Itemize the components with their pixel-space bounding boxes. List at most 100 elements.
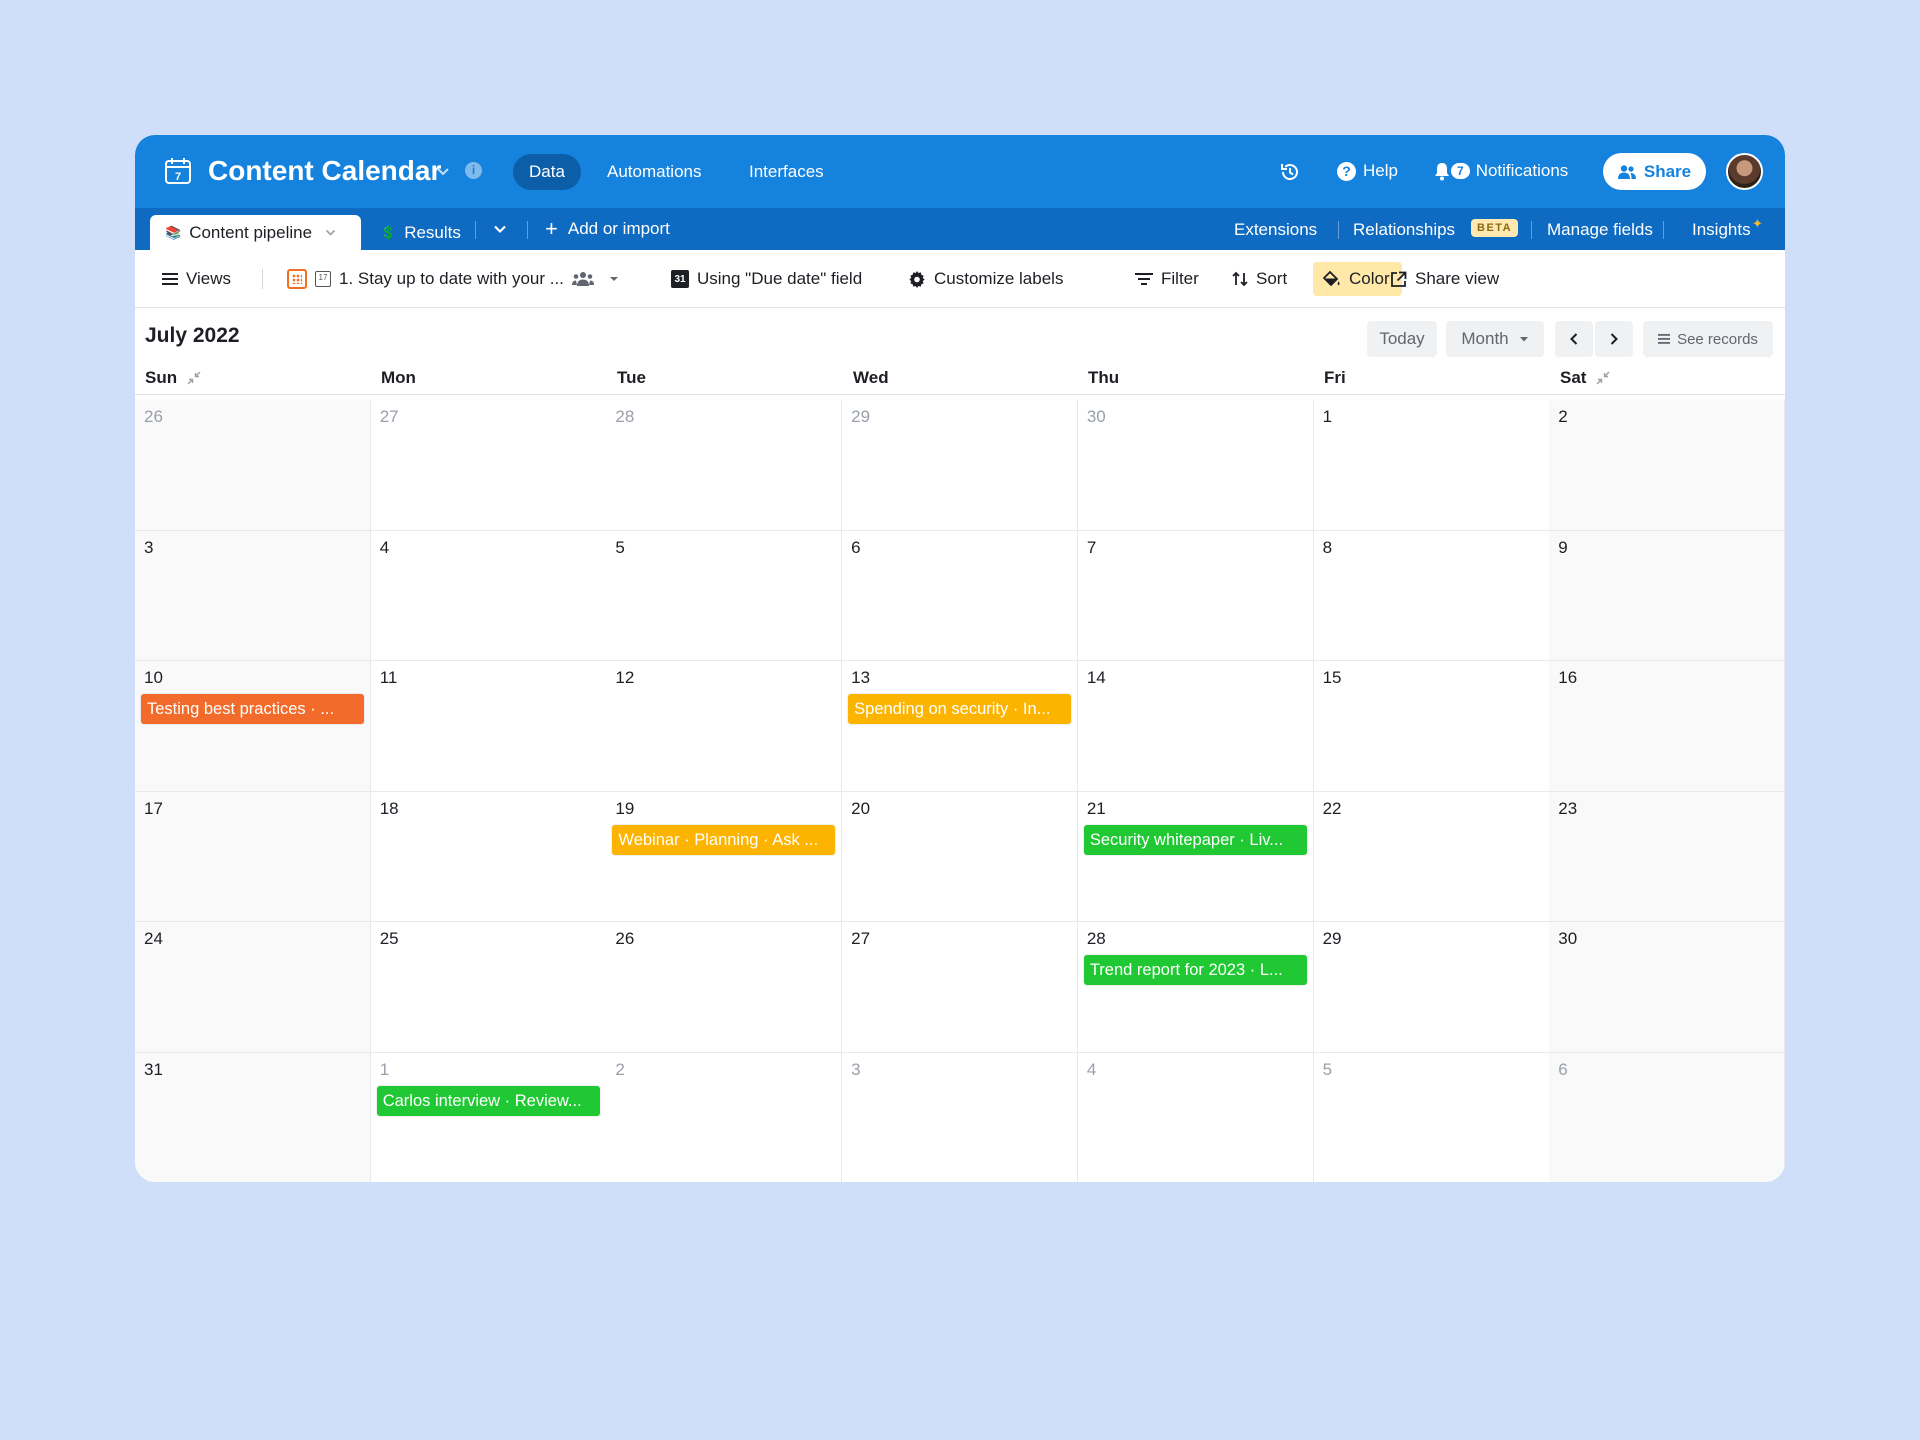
base-title[interactable]: Content Calendar [208,155,441,187]
sort-button[interactable]: Sort [1232,265,1287,293]
day-cell[interactable]: 28 Trend report for 2023 · L... [1077,922,1314,1053]
history-icon[interactable] [1279,161,1301,183]
day-cell[interactable]: 3 [135,530,371,661]
views-button[interactable]: Views [162,265,231,293]
date-field-button[interactable]: 31 Using "Due date" field [671,265,862,293]
day-number: 11 [379,668,398,687]
day-cell[interactable]: 2 [606,1052,843,1182]
day-cell[interactable]: 12 [606,661,843,792]
notifications-button[interactable]: 7 Notifications [1433,159,1568,183]
chevron-down-icon[interactable] [324,226,337,239]
weekday-mon: Mon [381,368,416,387]
calendar-event[interactable]: Trend report for 2023 · L... [1083,955,1307,985]
day-cell[interactable]: 27 [370,400,607,531]
table-tab-results[interactable]: 💲 Results [380,215,461,250]
day-cell[interactable]: 18 [370,791,607,922]
day-cell[interactable]: 28 [606,400,843,531]
day-cell[interactable]: 4 [1077,1052,1314,1182]
day-number: 4 [1086,1059,1097,1079]
next-month-button[interactable] [1595,321,1633,357]
day-cell[interactable]: 25 [370,922,607,1053]
view-name-button[interactable]: 17 1. Stay up to date with your ... [287,265,620,293]
day-cell[interactable]: 21 Security whitepaper · Liv... [1077,791,1314,922]
day-cell[interactable]: 17 [135,791,371,922]
day-cell[interactable]: 6 [842,530,1079,661]
day-cell[interactable]: 11 [370,661,607,792]
day-cell[interactable]: 8 [1313,530,1550,661]
tab-data[interactable]: Data [513,154,581,190]
manage-fields-button[interactable]: Manage fields [1547,220,1653,240]
add-or-import-label: Add or import [567,219,670,238]
previous-month-button[interactable] [1555,321,1593,357]
table-tab-label: Results [404,222,461,242]
color-button[interactable]: Color [1313,262,1402,296]
day-cell[interactable]: 30 [1549,922,1785,1053]
see-records-button[interactable]: See records [1643,321,1773,357]
day-cell[interactable]: 15 [1313,661,1550,792]
info-icon[interactable]: i [465,162,482,179]
day-cell[interactable]: 5 [1313,1052,1550,1182]
day-cell[interactable]: 23 [1549,791,1785,922]
day-number: 2 [1558,407,1568,426]
extensions-button[interactable]: Extensions [1234,220,1317,240]
tab-interfaces[interactable]: Interfaces [749,154,824,190]
help-button[interactable]: ? Help [1337,159,1398,183]
day-cell[interactable]: 22 [1313,791,1550,922]
day-cell[interactable]: 5 [606,530,843,661]
day-cell[interactable]: 16 [1549,661,1785,792]
day-cell[interactable]: 1 Carlos interview · Review... [370,1052,607,1182]
day-cell[interactable]: 20 [842,791,1079,922]
insights-button[interactable]: Insights [1692,220,1751,240]
users-icon [1617,164,1636,179]
day-number: 17 [144,798,163,818]
chevron-down-icon[interactable] [492,221,508,237]
table-tab-content-pipeline[interactable]: 📚 Content pipeline [150,215,361,250]
day-cell[interactable]: 19 Webinar · Planning · Ask ... [606,791,843,922]
day-cell[interactable]: 10 Testing best practices · ... [135,661,371,792]
day-cell[interactable]: 26 [135,400,371,531]
today-button[interactable]: Today [1367,321,1437,357]
day-cell[interactable]: 9 [1549,530,1785,661]
day-cell[interactable]: 27 [842,922,1079,1053]
day-number: 6 [1558,1059,1568,1079]
tab-automations[interactable]: Automations [607,154,702,190]
day-cell[interactable]: 26 [606,922,843,1053]
add-or-import-button[interactable]: + Add or import [545,216,670,242]
share-button[interactable]: Share [1603,153,1706,190]
day-cell[interactable]: 1 [1313,400,1550,531]
day-cell[interactable]: 31 [135,1052,371,1182]
day-cell[interactable]: 30 [1077,400,1314,531]
day-cell[interactable]: 29 [842,400,1079,531]
calendar-event[interactable]: Spending on security · In... [848,694,1072,724]
month-dropdown-label: Month [1461,329,1509,348]
calendar-event[interactable]: Security whitepaper · Liv... [1083,824,1307,855]
collapse-icon[interactable] [187,371,201,385]
day-cell[interactable]: 14 [1077,661,1314,792]
month-dropdown[interactable]: Month [1446,321,1544,357]
day-number: 30 [1558,929,1578,948]
day-number: 26 [615,929,635,948]
day-cell[interactable]: 24 [135,922,371,1053]
filter-label: Filter [1161,269,1199,288]
calendar-event[interactable]: Carlos interview · Review... [376,1085,600,1116]
relationships-button[interactable]: Relationships [1353,220,1455,240]
day-cell[interactable]: 6 [1549,1052,1785,1182]
calendar-event[interactable]: Testing best practices · ... [141,694,364,724]
day-cell[interactable]: 13 Spending on security · In... [842,661,1079,792]
avatar[interactable] [1726,153,1763,190]
chevron-down-icon[interactable] [435,163,451,179]
filter-button[interactable]: Filter [1135,265,1199,293]
collapse-icon[interactable] [1596,371,1610,385]
calendar-event[interactable]: Webinar · Planning · Ask ... [612,824,836,855]
customize-labels-button[interactable]: Customize labels [908,265,1063,293]
share-view-button[interactable]: Share view [1390,265,1499,293]
day-number: 9 [1558,537,1568,557]
day-cell[interactable]: 2 [1549,400,1785,531]
share-label: Share [1643,161,1692,181]
day-cell[interactable]: 29 [1313,922,1550,1053]
day-cell[interactable]: 4 [370,530,607,661]
day-number: 29 [1322,929,1342,948]
divider [1663,221,1664,239]
day-cell[interactable]: 3 [842,1052,1079,1182]
day-cell[interactable]: 7 [1077,530,1314,661]
